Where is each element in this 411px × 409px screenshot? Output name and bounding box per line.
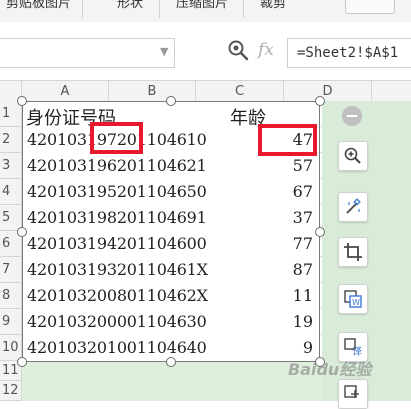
image-to-excel-icon [344,385,359,398]
picture-selection-border [22,101,320,362]
ribbon-item-crop[interactable]: 裁剪 [260,0,286,11]
resize-handle[interactable] [166,357,176,367]
image-to-excel-button[interactable] [338,379,368,409]
highlight-region [22,362,322,401]
collapse-icon[interactable] [342,106,362,126]
magic-wand-button[interactable] [338,192,368,222]
resize-handle[interactable] [17,357,27,367]
resize-handle[interactable] [166,96,176,106]
column-header-b[interactable]: B [109,81,196,102]
formula-input[interactable]: =Sheet2!$A$1 [287,38,411,68]
ribbon-separator [243,0,244,18]
column-header-c[interactable]: C [196,81,284,102]
crop-button[interactable] [338,237,368,267]
magic-wand-icon [346,198,361,214]
column-header-a[interactable]: A [22,81,109,102]
zoom-in-button[interactable] [338,141,368,171]
column-header: A B C D [0,80,411,103]
formula-bar: ▼ fx =Sheet2!$A$1 [0,22,411,80]
resize-handle[interactable] [315,227,325,237]
ribbon-item-compress-image[interactable]: 压缩图片 [176,0,228,11]
zoom-icon[interactable] [226,38,250,62]
ribbon-item-clipboard-image[interactable]: 剪贴板图片 [6,0,71,11]
ribbon-item-shape[interactable]: 形状 [117,0,143,11]
chevron-down-icon[interactable]: ▼ [160,45,168,58]
row-header-2[interactable]: 2 [0,127,21,153]
row-header-5[interactable]: 5 [0,205,21,231]
ribbon-separator [82,0,83,18]
row-header: 1 2 3 4 5 6 7 8 9 10 11 12 [0,101,22,401]
image-to-word-icon: W [344,290,362,308]
ribbon-dropdown[interactable] [345,0,395,14]
row-header-1[interactable]: 1 [0,101,21,127]
column-header-e[interactable] [372,81,411,102]
column-header-d[interactable]: D [284,81,372,102]
image-to-word-button[interactable]: W [338,284,368,314]
resize-handle[interactable] [315,96,325,106]
row-header-3[interactable]: 3 [0,153,21,179]
name-box[interactable] [0,38,175,68]
ribbon: 剪贴板图片 形状 压缩图片 裁剪 [0,0,411,23]
svg-text:W: W [352,298,360,307]
resize-handle[interactable] [17,96,27,106]
watermark-logo: Baidu经验 [288,360,372,379]
fx-icon[interactable]: fx [258,40,274,60]
ribbon-separator [159,0,160,18]
row-header-12[interactable]: 12 [0,381,21,401]
row-header-9[interactable]: 9 [0,309,21,335]
zoom-in-icon [344,147,361,164]
row-header-7[interactable]: 7 [0,257,21,283]
row-header-10[interactable]: 10 [0,335,21,361]
translate-icon: 译 [344,338,362,357]
row-header-8[interactable]: 8 [0,283,21,309]
crop-icon [344,243,362,261]
resize-handle[interactable] [17,227,27,237]
row-header-4[interactable]: 4 [0,179,21,205]
